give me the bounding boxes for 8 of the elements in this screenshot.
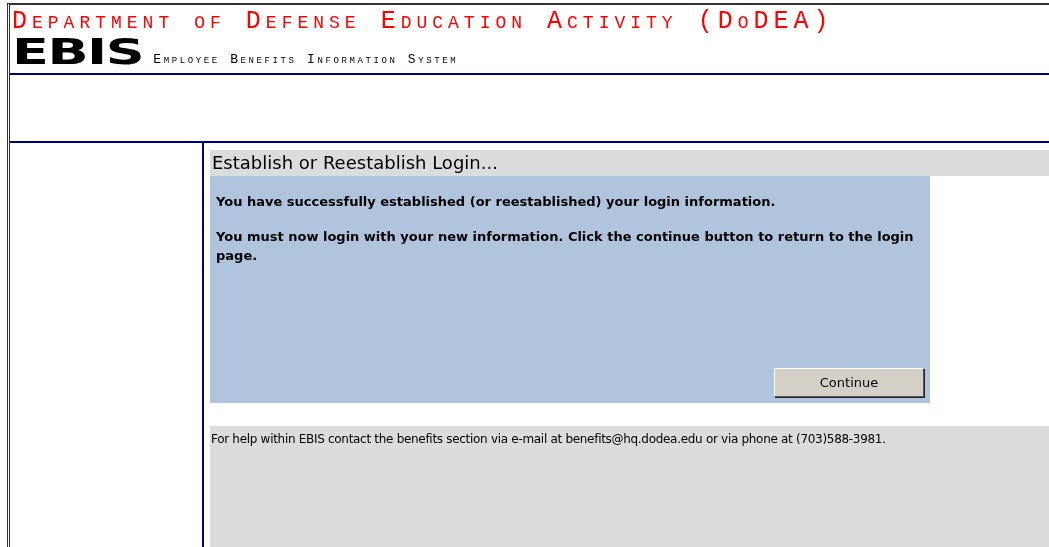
message-text: You must now login with your new information. Click the continue button to return to the login page. [216,228,915,265]
panel-title: Establish or Reestablish Login... [210,150,1049,176]
message-text: You have successfully established (or reestablished) your login information. [216,193,777,211]
system-name: Employee Benefits Information System [153,53,459,67]
continue-button[interactable]: Continue [774,368,924,397]
ebis-logo: EBIS [12,37,144,67]
agency-title: Department of Defense Education Activity (DoDEA) [12,9,835,35]
help-text: For help within EBIS contact the benefits section via e-mail at benefits@hq.dodea.edu or via phone at (703)588-3981. [211,432,886,446]
